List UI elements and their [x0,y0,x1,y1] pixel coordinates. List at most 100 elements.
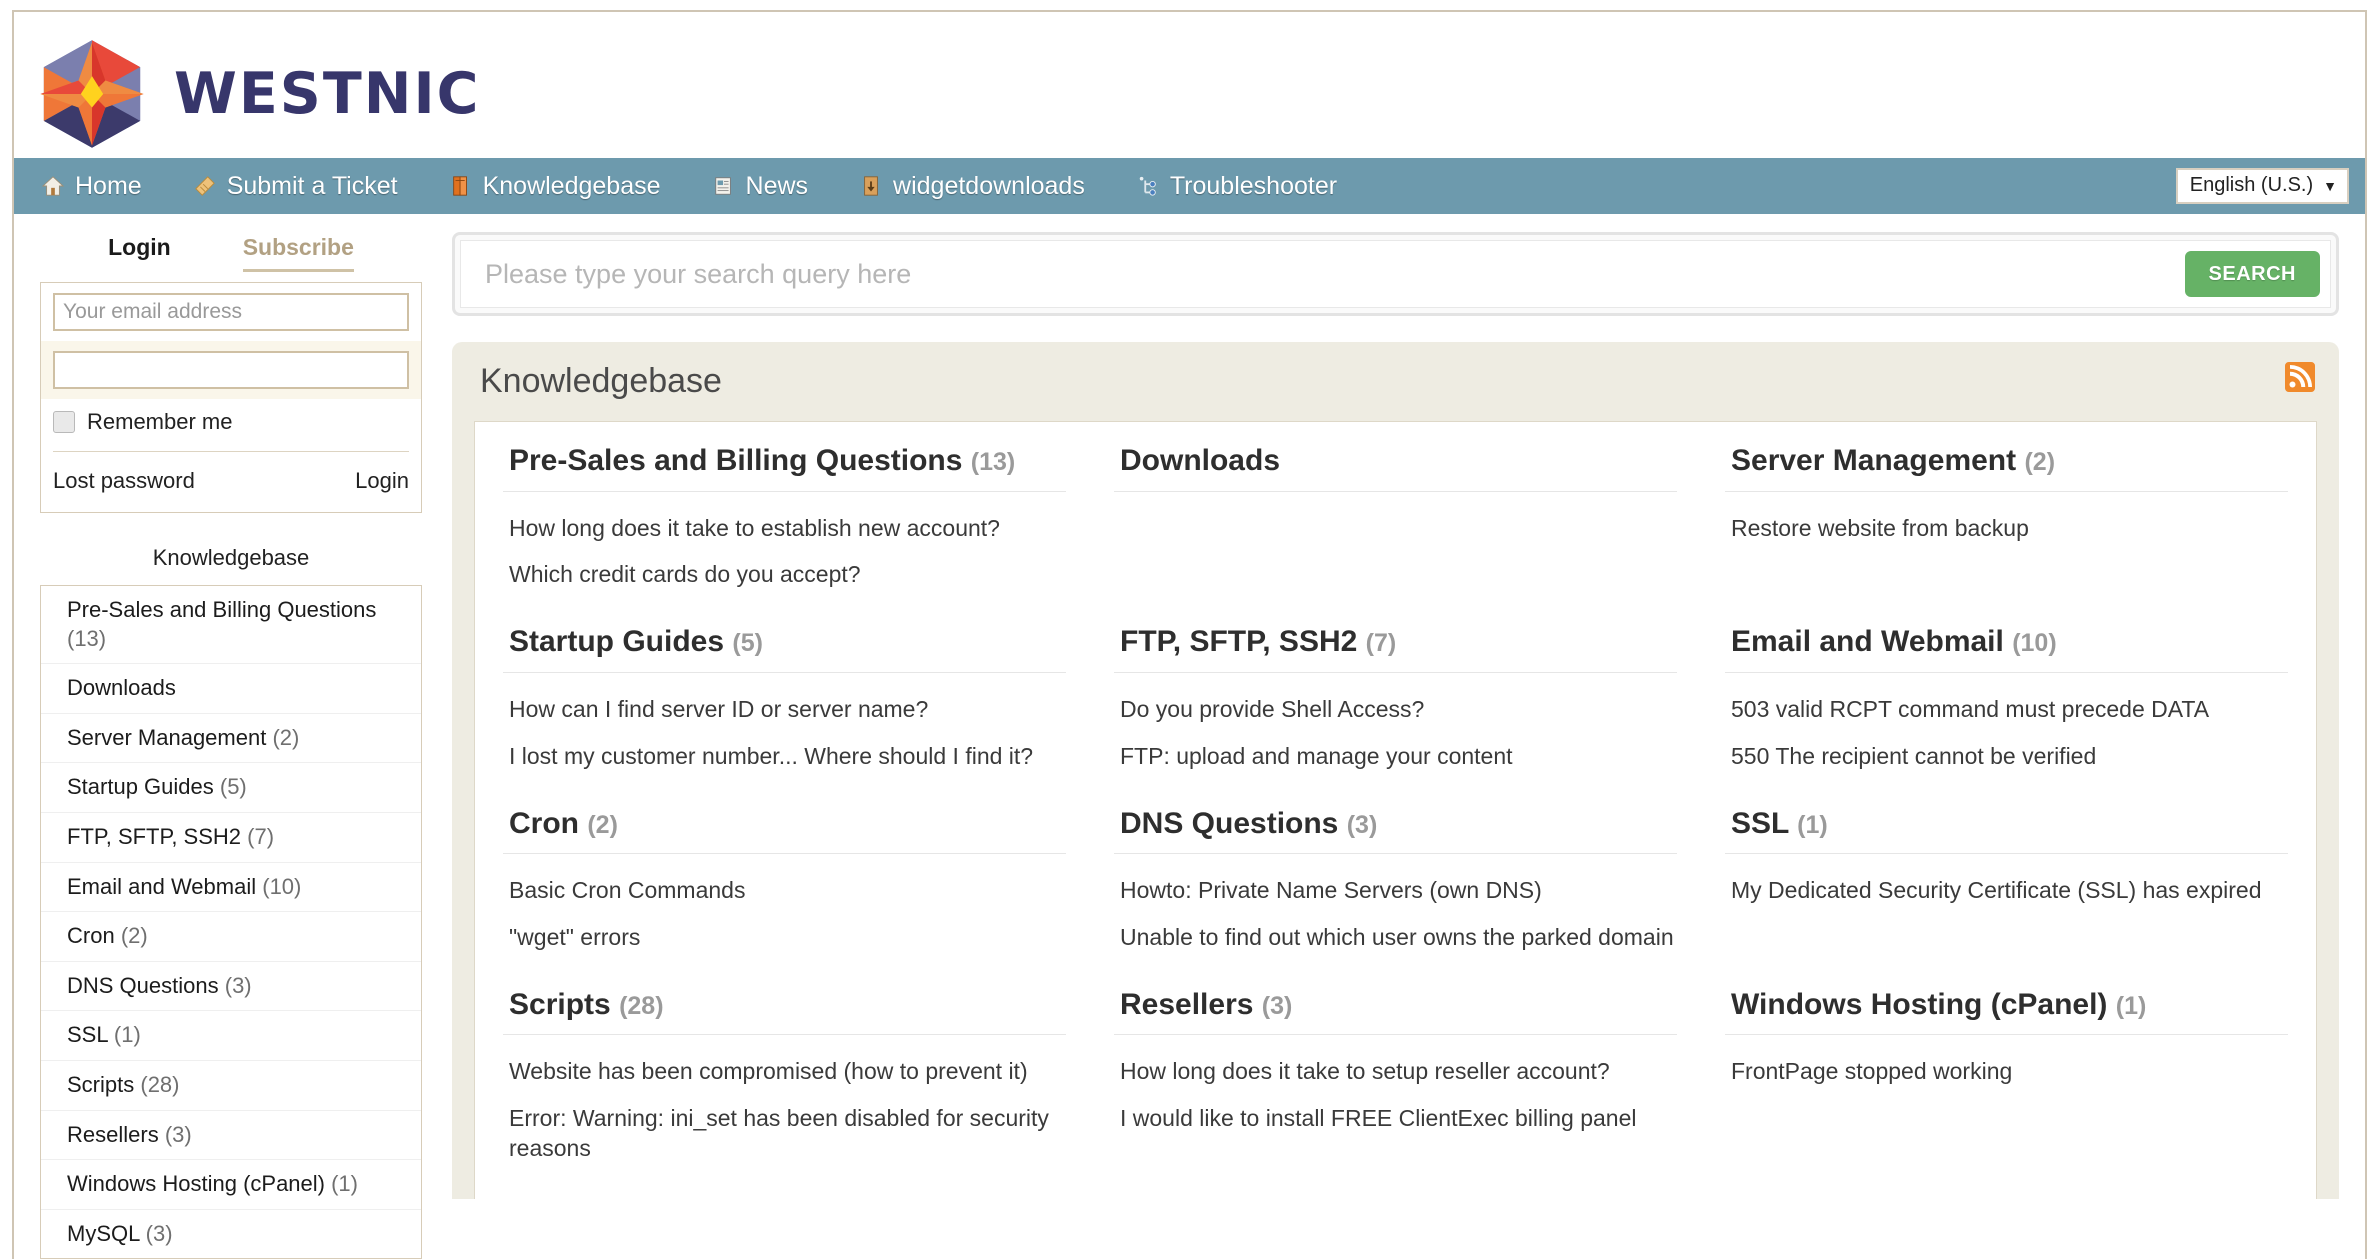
category-name: Resellers [1120,987,1254,1021]
category-cell: Server Management (2) Restore website fr… [1725,444,2288,625]
search-button[interactable]: SEARCH [2184,251,2320,297]
sidebar-item-label: Startup Guides [67,774,214,800]
home-icon [42,176,64,196]
category-title[interactable]: Windows Hosting (cPanel) (1) [1725,988,2288,1036]
sidebar-item-pre-sales-and-billing-questions[interactable]: Pre-Sales and Billing Questions (13) [41,586,421,665]
nav-item-submit-a-ticket[interactable]: Submit a Ticket [194,172,428,201]
rss-icon[interactable] [2285,362,2315,392]
article-link[interactable]: Unable to find out which user owns the p… [1120,923,1677,953]
sidebar-item-cron[interactable]: Cron (2) [41,912,421,962]
article-link[interactable]: Do you provide Shell Access? [1120,695,1677,725]
article-link[interactable]: I would like to install FREE ClientExec … [1120,1104,1677,1134]
sidebar-item-scripts[interactable]: Scripts (28) [41,1061,421,1111]
category-title[interactable]: Email and Webmail (10) [1725,625,2288,673]
sidebar-item-server-management[interactable]: Server Management (2) [41,714,421,764]
nav-item-news[interactable]: News [713,172,839,201]
category-name: FTP, SFTP, SSH2 [1120,625,1358,659]
category-title[interactable]: Server Management (2) [1725,444,2288,492]
article-link[interactable]: 550 The recipient cannot be verified [1731,742,2288,772]
category-title[interactable]: Scripts (28) [503,988,1066,1036]
password-field[interactable] [53,351,409,389]
logo[interactable]: WESTNIC [36,38,481,150]
email-field[interactable] [53,293,409,331]
nav-items: Home Submit a Ticket Knowledgebase News … [42,172,2176,201]
knowledgebase-grid-container: Pre-Sales and Billing Questions (13) How… [474,421,2317,1200]
article-link[interactable]: Howto: Private Name Servers (own DNS) [1120,876,1677,906]
language-label: English (U.S.) [2189,174,2314,196]
category-cell: SSL (1) My Dedicated Security Certificat… [1725,807,2288,988]
category-cell: Windows Hosting (cPanel) (1) FrontPage s… [1725,988,2288,1199]
article-link[interactable]: "wget" errors [509,923,1066,953]
password-row [41,341,421,399]
category-title[interactable]: FTP, SFTP, SSH2 (7) [1114,625,1677,673]
site-header: WESTNIC [12,10,2367,158]
tab-subscribe[interactable]: Subscribe [242,234,354,272]
article-link[interactable]: Website has been compromised (how to pre… [509,1057,1066,1087]
category-title[interactable]: Pre-Sales and Billing Questions (13) [503,444,1066,492]
category-count: (28) [619,991,664,1020]
language-selector[interactable]: English (U.S.) ▼ [2175,168,2349,204]
sidebar-item-resellers[interactable]: Resellers (3) [41,1111,421,1161]
category-name: Cron [509,806,579,840]
sidebar-item-ssl[interactable]: SSL (1) [41,1011,421,1061]
article-list [1114,492,1677,588]
category-title[interactable]: SSL (1) [1725,807,2288,855]
email-row [41,283,421,341]
search-input[interactable] [483,257,2185,291]
login-button[interactable]: Login [355,468,409,494]
category-cell: Email and Webmail (10) 503 valid RCPT co… [1725,625,2288,806]
category-title[interactable]: Startup Guides (5) [503,625,1066,673]
article-link[interactable]: How long does it take to setup reseller … [1120,1057,1677,1087]
sidebar-title: Knowledgebase [152,545,310,570]
category-count: (3) [1261,991,1293,1020]
sidebar-item-ftp-sftp-ssh2[interactable]: FTP, SFTP, SSH2 (7) [41,813,421,863]
sidebar-item-label: Pre-Sales and Billing Questions [67,597,377,622]
category-count: (2) [2024,448,2056,476]
article-link[interactable]: I lost my customer number... Where shoul… [509,742,1066,772]
article-link[interactable]: FrontPage stopped working [1731,1057,2288,1087]
category-title[interactable]: Cron (2) [503,807,1066,855]
tab-login[interactable]: Login [108,234,171,272]
sidebar-item-windows-hosting-cpanel[interactable]: Windows Hosting (cPanel) (1) [41,1160,421,1210]
lost-password-link[interactable]: Lost password [53,468,195,494]
sidebar-item-count: (7) [247,823,275,849]
article-list: Restore website from backup [1725,492,2288,588]
category-cell: FTP, SFTP, SSH2 (7) Do you provide Shell… [1114,625,1677,806]
article-link[interactable]: My Dedicated Security Certificate (SSL) … [1731,876,2288,906]
sidebar-item-email-and-webmail[interactable]: Email and Webmail (10) [41,863,421,913]
category-cell: DNS Questions (3) Howto: Private Name Se… [1114,807,1677,988]
article-link[interactable]: How long does it take to establish new a… [509,514,1066,544]
remember-me-checkbox[interactable] [53,411,75,433]
article-list: How long does it take to setup reseller … [1114,1035,1677,1134]
article-link[interactable]: How can I find server ID or server name? [509,695,1066,725]
sidebar-item-downloads[interactable]: Downloads [41,664,421,714]
nav-item-knowledgebase[interactable]: Knowledgebase [450,172,691,201]
sidebar-item-dns-questions[interactable]: DNS Questions (3) [41,962,421,1012]
remember-me-label: Remember me [87,409,233,434]
article-link[interactable]: Error: Warning: ini_set has been disable… [509,1104,1066,1164]
category-name: Downloads [1120,444,1281,477]
category-count: (7) [1365,629,1397,658]
article-link[interactable]: FTP: upload and manage your content [1120,742,1677,772]
nav-item-widgetdownloads[interactable]: widgetdownloads [860,172,1115,201]
sidebar-item-startup-guides[interactable]: Startup Guides (5) [41,763,421,813]
nav-item-troubleshooter[interactable]: Troubleshooter [1137,172,1367,201]
category-title[interactable]: Resellers (3) [1114,988,1677,1036]
search-bar: SEARCH [452,232,2339,316]
category-title[interactable]: DNS Questions (3) [1114,807,1677,855]
article-link[interactable]: Restore website from backup [1731,514,2288,544]
category-cell: Startup Guides (5) How can I find server… [503,625,1066,806]
page-root: WESTNIC Home Submit a Ticket Knowledgeba… [0,0,2379,1259]
sidebar-item-label: Downloads [67,675,176,701]
article-link[interactable]: Which credit cards do you accept? [509,560,1066,590]
article-link[interactable]: Basic Cron Commands [509,876,1066,906]
book-icon [452,176,467,196]
category-cell: Pre-Sales and Billing Questions (13) How… [503,444,1066,625]
sidebar-item-mysql[interactable]: MySQL (3) [41,1210,421,1259]
category-title[interactable]: Downloads [1114,444,1677,492]
category-name: SSL [1731,806,1789,840]
category-count: (3) [1346,810,1378,839]
nav-item-home[interactable]: Home [42,172,172,201]
article-link[interactable]: 503 valid RCPT command must precede DATA [1731,695,2288,725]
sidebar-item-count: (10) [262,873,302,899]
